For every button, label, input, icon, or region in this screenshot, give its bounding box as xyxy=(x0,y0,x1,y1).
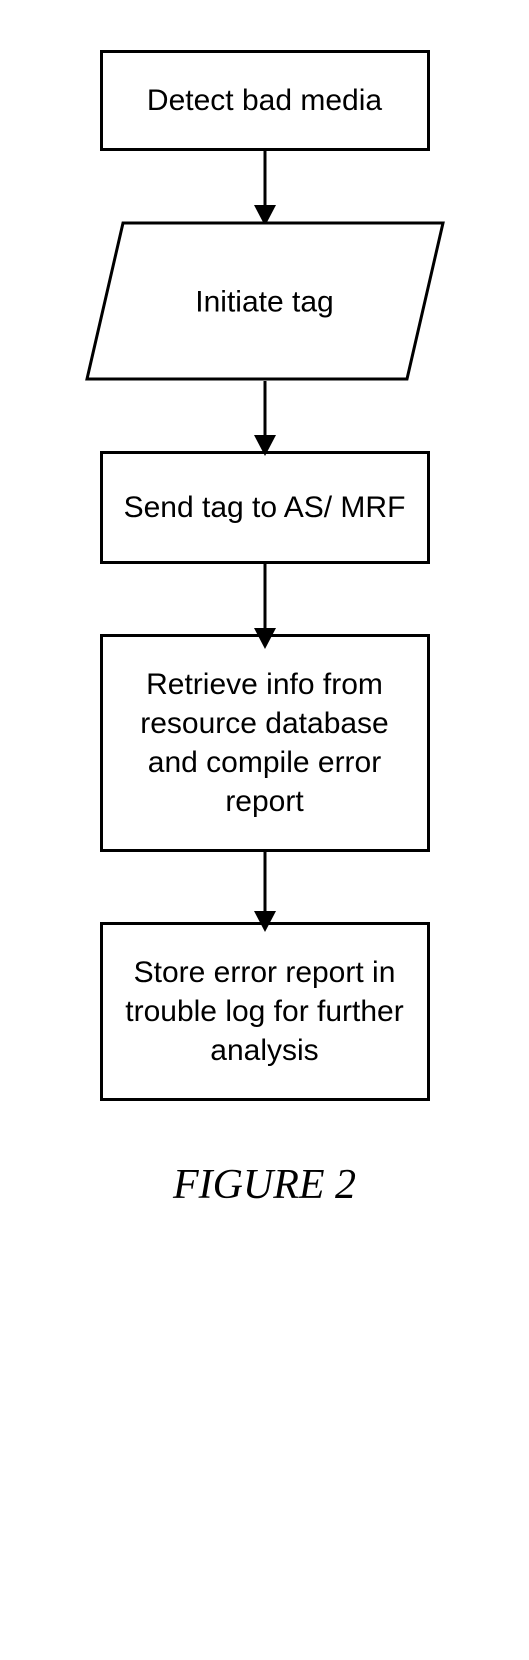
arrow-icon xyxy=(263,852,266,922)
flowchart-step-data: Initiate tag xyxy=(85,221,445,381)
arrow-icon xyxy=(263,564,266,634)
arrow-icon xyxy=(263,381,266,451)
step-label: Retrieve info from resource database and… xyxy=(140,668,389,818)
figure-caption: FIGURE 2 xyxy=(173,1161,356,1209)
flowchart-step-process: Send tag to AS/ MRF xyxy=(100,451,430,564)
step-label: Send tag to AS/ MRF xyxy=(124,491,406,524)
caption-text: FIGURE 2 xyxy=(173,1162,356,1208)
arrow-icon xyxy=(263,151,266,221)
step-label: Store error report in trouble log for fu… xyxy=(125,956,403,1067)
flowchart-step-process: Store error report in trouble log for fu… xyxy=(100,922,430,1101)
step-label: Detect bad media xyxy=(147,84,382,117)
flowchart-step-process: Detect bad media xyxy=(100,50,430,151)
step-label: Initiate tag xyxy=(195,286,333,319)
flowchart-container: Detect bad media Initiate tag Send tag t… xyxy=(85,50,445,1101)
flowchart-step-process: Retrieve info from resource database and… xyxy=(100,634,430,852)
